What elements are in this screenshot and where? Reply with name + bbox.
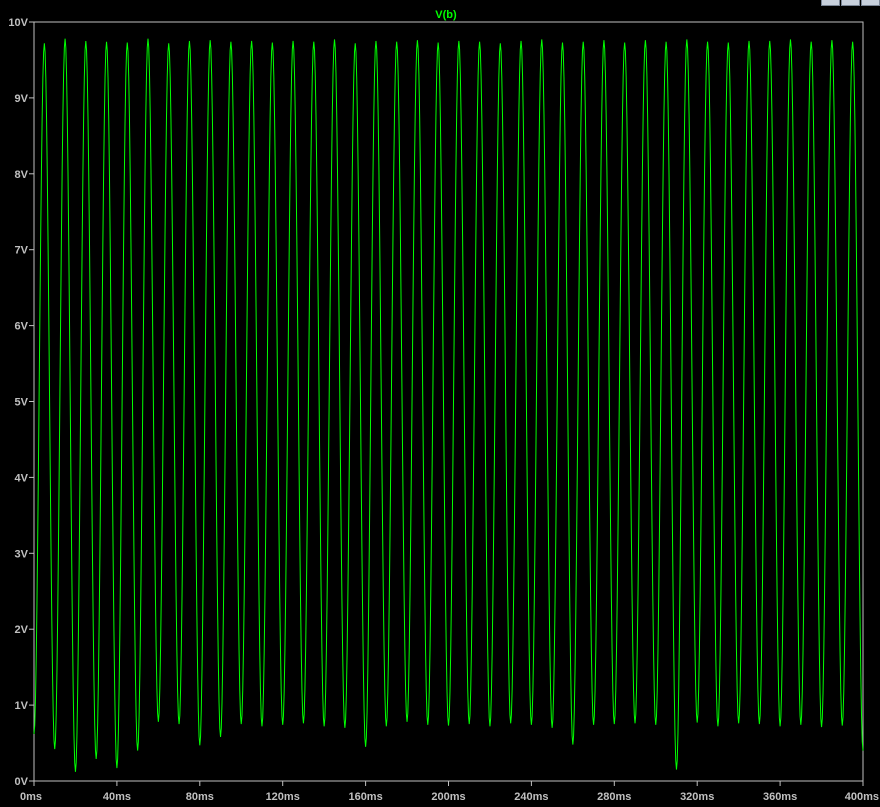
y-tick-label: 6V [15,321,29,333]
waveform-plot: V(b) 0V 1V 2V 3V 4V 5V 6V 7V 8V 9V 10V 0ms 40ms 80ms… [0,0,880,807]
x-tick-label: 40ms [103,791,131,803]
y-tick-label: 9V [15,93,29,105]
y-tick-label: 7V [15,245,29,257]
y-tick-label: 2V [15,624,29,636]
y-tick-label: 4V [15,472,29,484]
y-tick-label: 3V [15,548,29,560]
x-tick-label: 400ms [845,791,879,803]
close-button[interactable] [861,0,880,6]
window-controls [821,0,880,6]
x-tick-label: 200ms [431,791,465,803]
trace-title[interactable]: V(b) [435,9,457,21]
x-tick-label: 280ms [597,791,631,803]
x-tick-label: 80ms [186,791,214,803]
y-tick-label: 1V [15,700,29,712]
x-tick-label: 120ms [266,791,300,803]
minimize-button[interactable] [821,0,840,6]
y-tick-label: 5V [15,397,29,409]
x-tick-label: 360ms [763,791,797,803]
x-tick-label: 160ms [348,791,382,803]
restore-button[interactable] [841,0,860,6]
y-tick-label: 0V [15,776,29,788]
x-tick-label: 240ms [514,791,548,803]
x-tick-label: 320ms [680,791,714,803]
y-tick-label: 8V [15,169,29,181]
x-tick-label: 0ms [20,791,42,803]
y-tick-label: 10V [8,17,28,29]
